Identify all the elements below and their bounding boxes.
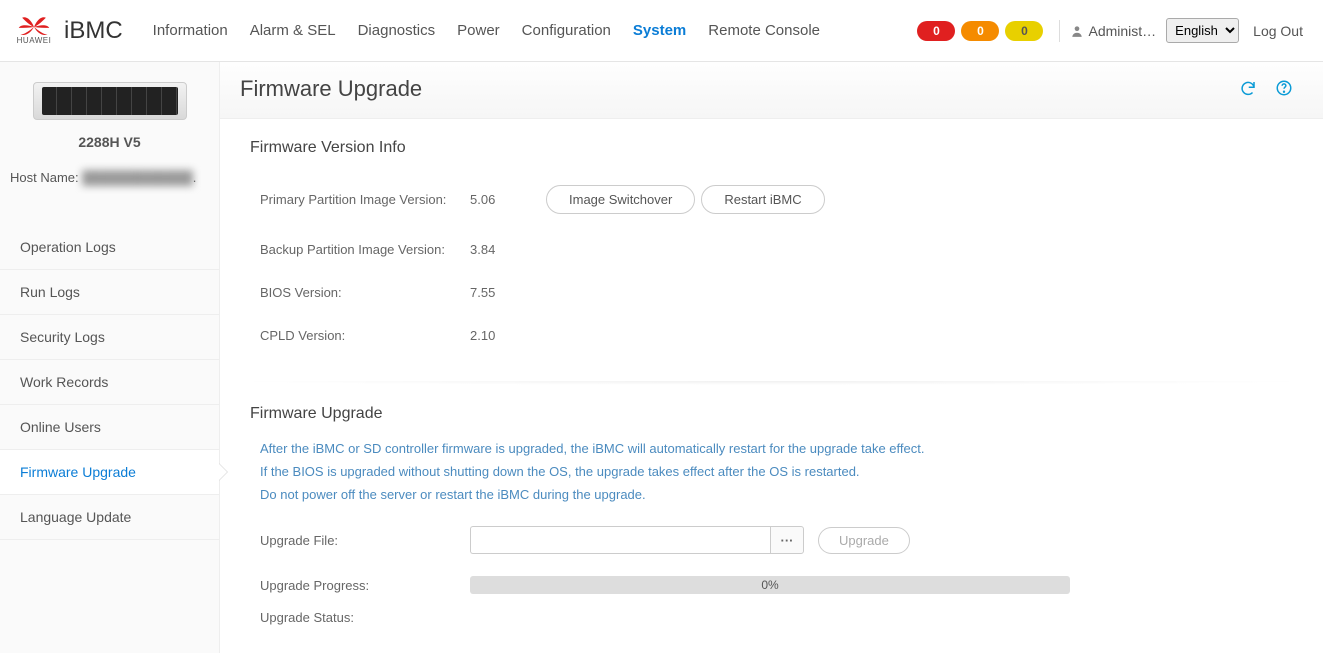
language-select[interactable]: English xyxy=(1166,18,1239,43)
progress-text: 0% xyxy=(761,578,778,592)
row-cpld: CPLD Version: 2.10 xyxy=(250,318,1293,361)
upgrade-notes: After the iBMC or SD controller firmware… xyxy=(250,441,1293,502)
sidemenu-language-update[interactable]: Language Update xyxy=(0,495,219,540)
sidebar: 2288H V5 Host Name: ████████████. Operat… xyxy=(0,62,220,653)
hostname-label: Host Name: xyxy=(10,170,79,185)
topnav-alarm-sel[interactable]: Alarm & SEL xyxy=(250,22,336,39)
primary-value: 5.06 xyxy=(470,192,540,207)
progress-bar: 0% xyxy=(470,576,1070,594)
section2-title: Firmware Upgrade xyxy=(250,405,1293,423)
restart-ibmc-button[interactable]: Restart iBMC xyxy=(701,185,824,214)
divider xyxy=(1059,20,1060,42)
product-title: iBMC xyxy=(64,17,123,45)
topnav-remote-console[interactable]: Remote Console xyxy=(708,22,820,39)
sidemenu-security-logs[interactable]: Security Logs xyxy=(0,315,219,360)
hostname-row: Host Name: ████████████. xyxy=(0,160,219,195)
row-progress: Upgrade Progress: 0% xyxy=(250,560,1293,600)
server-image xyxy=(33,82,187,120)
huawei-logo: HUAWEI xyxy=(14,11,54,51)
topnav-diagnostics[interactable]: Diagnostics xyxy=(358,22,436,39)
sidemenu-run-logs[interactable]: Run Logs xyxy=(0,270,219,315)
note-3: Do not power off the server or restart t… xyxy=(260,487,1293,502)
row-primary: Primary Partition Image Version: 5.06 Im… xyxy=(250,175,1293,232)
server-model: 2288H V5 xyxy=(0,134,219,150)
row-upgrade-file: Upgrade File: ··· Upgrade xyxy=(250,510,1293,560)
status-label: Upgrade Status: xyxy=(260,610,470,625)
section-version-info: Firmware Version Info Primary Partition … xyxy=(220,119,1323,371)
section-upgrade: Firmware Upgrade After the iBMC or SD co… xyxy=(220,385,1323,653)
file-label: Upgrade File: xyxy=(260,533,470,548)
badge-minor[interactable]: 0 xyxy=(1005,21,1043,41)
logout-link[interactable]: Log Out xyxy=(1253,23,1303,39)
progress-label: Upgrade Progress: xyxy=(260,578,470,593)
sidemenu-work-records[interactable]: Work Records xyxy=(0,360,219,405)
header-right: 0 0 0 Administ… English Log Out xyxy=(917,18,1303,43)
bios-value: 7.55 xyxy=(470,285,540,300)
browse-button[interactable]: ··· xyxy=(770,526,804,554)
hostname-value: ████████████ xyxy=(82,170,193,185)
refresh-icon[interactable] xyxy=(1239,79,1257,97)
row-status: Upgrade Status: xyxy=(250,600,1293,643)
backup-value: 3.84 xyxy=(470,242,540,257)
header: HUAWEI iBMC Information Alarm & SEL Diagno… xyxy=(0,0,1323,62)
image-switchover-button[interactable]: Image Switchover xyxy=(546,185,695,214)
row-backup: Backup Partition Image Version: 3.84 xyxy=(250,232,1293,275)
bios-label: BIOS Version: xyxy=(260,285,470,300)
server-block: 2288H V5 xyxy=(0,62,219,160)
upgrade-file-input[interactable] xyxy=(470,526,770,554)
user-name[interactable]: Administ… xyxy=(1088,23,1156,39)
sidemenu-online-users[interactable]: Online Users xyxy=(0,405,219,450)
upgrade-button[interactable]: Upgrade xyxy=(818,527,910,554)
topnav-configuration[interactable]: Configuration xyxy=(522,22,611,39)
cpld-label: CPLD Version: xyxy=(260,328,470,343)
topnav-power[interactable]: Power xyxy=(457,22,500,39)
brand-text: HUAWEI xyxy=(17,36,52,45)
page-title: Firmware Upgrade xyxy=(240,76,422,102)
section1-title: Firmware Version Info xyxy=(250,139,1293,157)
side-menu: Operation LogsRun LogsSecurity LogsWork … xyxy=(0,225,219,540)
row-bios: BIOS Version: 7.55 xyxy=(250,275,1293,318)
note-1: After the iBMC or SD controller firmware… xyxy=(260,441,1293,456)
cpld-value: 2.10 xyxy=(470,328,540,343)
huawei-petal-icon xyxy=(17,16,51,38)
backup-label: Backup Partition Image Version: xyxy=(260,242,470,257)
main-icons xyxy=(1225,79,1293,100)
topnav-information[interactable]: Information xyxy=(153,22,228,39)
badge-critical[interactable]: 0 xyxy=(917,21,955,41)
top-nav: Information Alarm & SEL Diagnostics Power Co… xyxy=(153,22,842,39)
note-2: If the BIOS is upgraded without shutting… xyxy=(260,464,1293,479)
logo-block: HUAWEI iBMC xyxy=(14,11,123,51)
badge-major[interactable]: 0 xyxy=(961,21,999,41)
sidemenu-firmware-upgrade[interactable]: Firmware Upgrade xyxy=(0,450,219,495)
main-header: Firmware Upgrade xyxy=(220,62,1323,119)
help-icon[interactable] xyxy=(1275,79,1293,97)
topnav-system[interactable]: System xyxy=(633,22,686,39)
user-icon xyxy=(1070,24,1084,38)
sidemenu-operation-logs[interactable]: Operation Logs xyxy=(0,225,219,270)
main: Firmware Upgrade Firmware Version Info P… xyxy=(220,62,1323,653)
primary-label: Primary Partition Image Version: xyxy=(260,192,470,207)
